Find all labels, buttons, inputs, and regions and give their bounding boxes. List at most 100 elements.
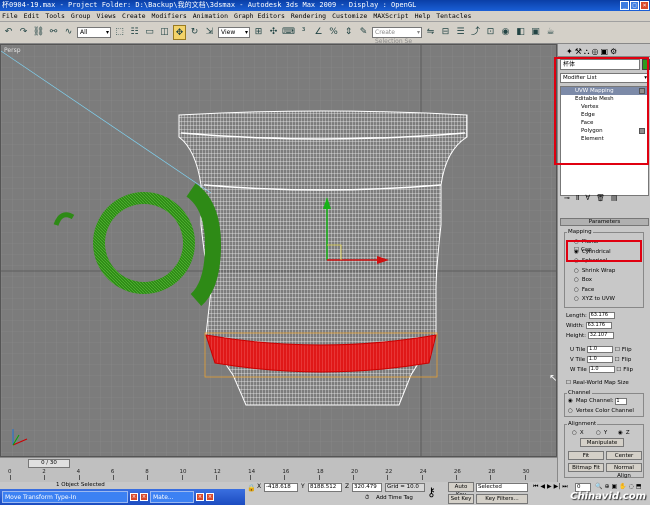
set-key-button[interactable]: Set Key (448, 494, 474, 504)
quick-render-icon[interactable]: ☕ (544, 25, 557, 40)
zoom-icon[interactable]: 🔍 (595, 483, 602, 490)
select-object-icon[interactable]: ⬚ (113, 25, 126, 40)
width-spinner[interactable]: Width: 63.176 (566, 322, 612, 330)
taskbar-close-icon[interactable]: × (140, 493, 148, 501)
show-end-result-icon[interactable]: Ⅱ (576, 194, 579, 206)
menu-item-edit[interactable]: Edit (24, 11, 40, 21)
w-tile-value[interactable]: 1.0 (588, 366, 615, 373)
menu-item-modifiers[interactable]: Modifiers (152, 11, 187, 21)
map-channel-radio[interactable]: Map Channel: 1 (568, 397, 628, 405)
material-editor-icon[interactable]: ◉ (499, 25, 512, 40)
menu-item-rendering[interactable]: Rendering (291, 11, 326, 21)
maximize-viewport-icon[interactable]: ⬒ (636, 483, 642, 490)
vertex-color-radio[interactable]: Vertex Color Channel (568, 407, 634, 415)
width-value[interactable]: 63.176 (585, 322, 612, 329)
center-button[interactable]: Center (606, 451, 642, 460)
pivot-center-icon[interactable]: ⊞ (252, 25, 265, 40)
undo-icon[interactable]: ↶ (2, 25, 15, 40)
play-icon[interactable]: ▶ (547, 483, 552, 491)
axis-x-radio[interactable]: X (572, 429, 584, 437)
menu-item-customize[interactable]: Customize (332, 11, 367, 21)
lock-selection-icon[interactable]: 🔒 (247, 484, 256, 492)
spinner-snap-icon[interactable]: ⇕ (342, 25, 355, 40)
link-icon[interactable]: ⛓ (32, 25, 45, 40)
maximize-button[interactable]: □ (630, 1, 639, 10)
menu-item-views[interactable]: Views (96, 11, 116, 21)
reference-coordinate-dropdown[interactable]: View (218, 27, 250, 38)
minimize-button[interactable]: _ (620, 1, 629, 10)
add-time-tag-label[interactable]: Add Time Tag (376, 495, 413, 501)
scale-icon[interactable]: ⇲ (203, 25, 216, 40)
map-channel-value[interactable]: 1 (615, 398, 628, 405)
v-tile-value[interactable]: 1.0 (586, 356, 613, 363)
create-tab-icon[interactable]: ✦ (566, 46, 573, 56)
taskbar-close-icon[interactable]: × (130, 493, 138, 501)
height-spinner[interactable]: Height: 32.107 (566, 332, 614, 340)
pin-stack-icon[interactable]: ⊸ (564, 194, 570, 206)
hierarchy-tab-icon[interactable]: ⛬ (584, 46, 590, 56)
keyboard-shortcut-icon[interactable]: ⌨ (282, 25, 295, 40)
taskbar-close-icon[interactable]: × (196, 493, 204, 501)
track-bar[interactable]: 0 2 4 6 8 10 12 14 16 18 20 22 24 26 28 30 (0, 469, 557, 481)
key-mode-dropdown[interactable]: Selected (476, 483, 528, 492)
layer-manager-icon[interactable]: ☰ (454, 25, 467, 40)
menu-item-file[interactable]: File (2, 11, 18, 21)
bind-space-warp-icon[interactable]: ∿ (62, 25, 75, 40)
u-flip-checkbox[interactable] (615, 347, 622, 353)
key-filters-button[interactable]: Key Filters... (476, 494, 528, 504)
zoom-extents-icon[interactable]: ▣ (612, 483, 618, 490)
display-tab-icon[interactable]: ▣ (600, 46, 608, 56)
taskbar-item-transform-typein[interactable]: Move Transform Type-In (2, 491, 128, 503)
length-value[interactable]: 63.176 (588, 312, 615, 319)
orbit-icon[interactable]: ◌ (629, 483, 634, 490)
mapping-radio-xyz-to-uvw[interactable]: XYZ to UVW (574, 295, 615, 303)
move-icon[interactable]: ✥ (173, 25, 186, 40)
selection-filter-dropdown[interactable]: All (77, 27, 111, 38)
render-setup-icon[interactable]: ◧ (514, 25, 527, 40)
percent-snap-icon[interactable]: % (327, 25, 340, 40)
u-tile-spinner[interactable]: U Tile 1.0 Flip (570, 346, 632, 354)
menu-item-group[interactable]: Group (71, 11, 91, 21)
motion-tab-icon[interactable]: ◎ (591, 46, 598, 56)
y-coord-field[interactable]: 8188.512 (308, 483, 342, 492)
menu-item-tools[interactable]: Tools (45, 11, 65, 21)
make-unique-icon[interactable]: ∀ (585, 194, 590, 206)
menu-item-animation[interactable]: Animation (193, 11, 228, 21)
go-to-end-icon[interactable]: ⏭ (562, 483, 567, 491)
pan-icon[interactable]: ✋ (619, 483, 626, 490)
menu-item-maxscript[interactable]: MAXScript (373, 11, 408, 21)
normal-align-button[interactable]: Normal Align (606, 463, 642, 479)
rendered-frame-icon[interactable]: ▣ (529, 25, 542, 40)
named-selection-dropdown[interactable]: Create Selection Se (372, 27, 422, 45)
next-frame-icon[interactable]: ▶| (554, 483, 561, 491)
menu-item-tentacles[interactable]: Tentacles (436, 11, 471, 21)
mapping-radio-shrink-wrap[interactable]: Shrink Wrap (574, 267, 616, 275)
select-and-manipulate-icon[interactable]: ✣ (267, 25, 280, 40)
axis-y-radio[interactable]: Y (596, 429, 607, 437)
mirror-icon[interactable]: ⇋ (424, 25, 437, 40)
curve-editor-icon[interactable]: ⤴ (469, 25, 482, 40)
taskbar-item-material[interactable]: Mate... (150, 491, 194, 503)
align-icon[interactable]: ⊟ (439, 25, 452, 40)
time-slider[interactable]: 0 / 30 (28, 459, 70, 468)
previous-frame-icon[interactable]: ◀ (540, 483, 545, 491)
menu-item-graph-editors[interactable]: Graph Editors (234, 11, 285, 21)
menu-item-help[interactable]: Help (415, 11, 431, 21)
height-value[interactable]: 32.107 (587, 332, 614, 339)
zoom-all-icon[interactable]: ⊕ (604, 483, 609, 490)
rotate-icon[interactable]: ↻ (188, 25, 201, 40)
schematic-view-icon[interactable]: ⊡ (484, 25, 497, 40)
axis-z-radio[interactable]: Z (618, 429, 630, 437)
w-tile-spinner[interactable]: W Tile 1.0 Flip (570, 366, 633, 374)
snaps-toggle-icon[interactable]: ³ (297, 25, 310, 40)
window-crossing-icon[interactable]: ◫ (158, 25, 171, 40)
u-tile-value[interactable]: 1.0 (587, 346, 614, 353)
length-spinner[interactable]: Length: 63.176 (566, 312, 615, 320)
go-to-start-icon[interactable]: ⏮ (533, 483, 538, 491)
rectangular-selection-icon[interactable]: ▭ (143, 25, 156, 40)
angle-snap-icon[interactable]: ∠ (312, 25, 325, 40)
mapping-radio-box[interactable]: Box (574, 276, 592, 284)
auto-key-button[interactable]: Auto Key (448, 482, 474, 498)
perspective-viewport[interactable]: Persp ↖ (0, 44, 557, 457)
fit-button[interactable]: Fit (568, 451, 604, 460)
